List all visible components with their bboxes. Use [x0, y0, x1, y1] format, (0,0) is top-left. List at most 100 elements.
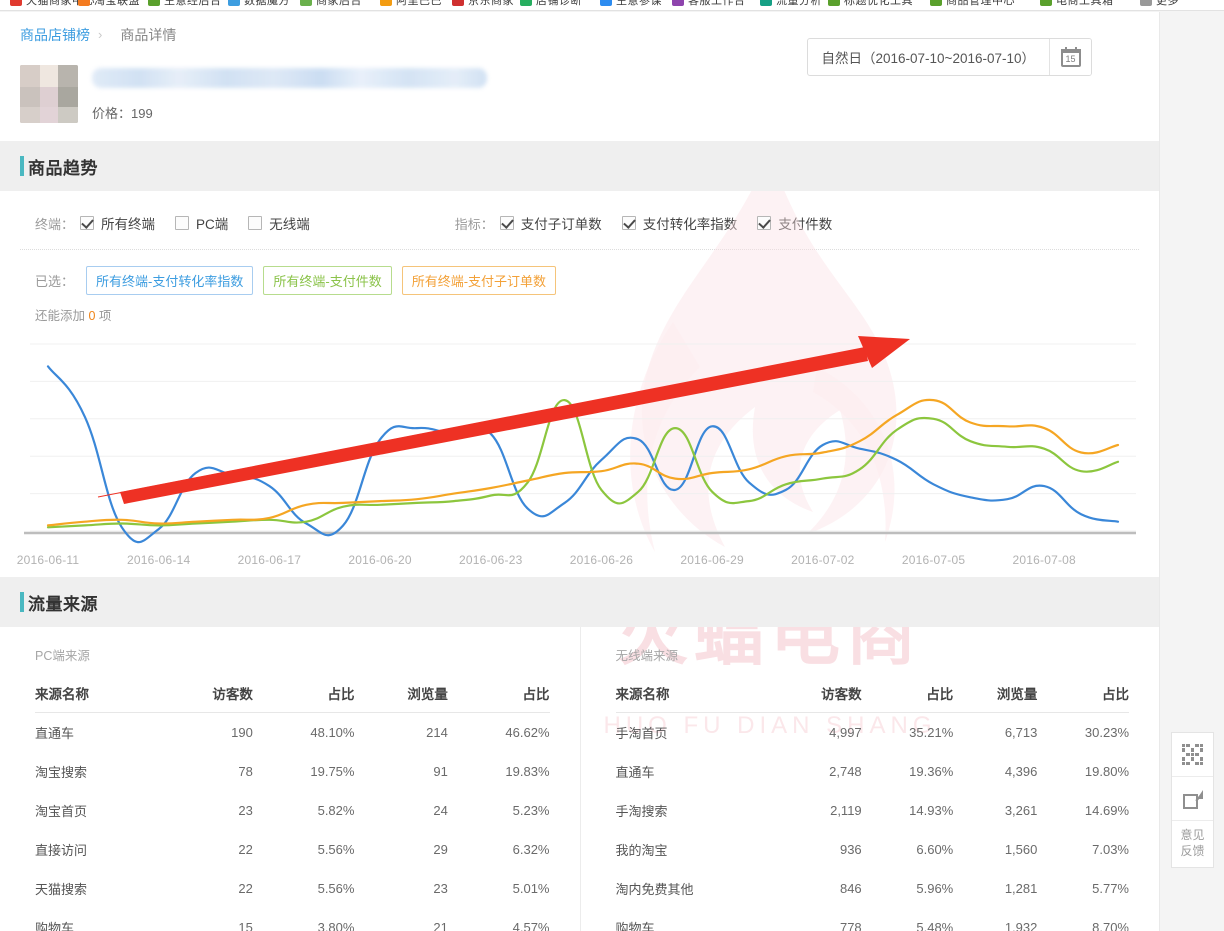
feedback-button[interactable]: 意见 反馈	[1172, 821, 1213, 867]
checkbox-checked-icon[interactable]	[757, 216, 772, 230]
bookmark-favicon-icon	[1140, 0, 1152, 6]
trend-filters: 终端： 所有终端 PC端 无线端 指标： 支付子订单数 支付转化率指数 支付件数	[20, 191, 1139, 250]
section-header-trend: 商品趋势	[0, 141, 1159, 191]
chart-x-tick-label: 2016-06-23	[459, 553, 523, 567]
checkbox-icon[interactable]	[248, 216, 263, 230]
table-row: 购物车 778 5.48% 1,932 8.70%	[616, 908, 1130, 931]
metric-cell: 2,119	[830, 803, 862, 818]
metric-cell: 46.62%	[505, 725, 550, 740]
trend-chart[interactable]	[20, 334, 1139, 549]
table-row: 手淘搜索 2,119 14.93% 3,261 14.69%	[616, 791, 1130, 830]
bookmark-favicon-icon	[228, 0, 240, 6]
calendar-icon-day: 15	[1065, 54, 1076, 64]
metric-cell: 1,560	[1004, 842, 1038, 857]
metric-cell: 3,261	[1004, 803, 1038, 818]
terminal-option-0[interactable]: 所有终端	[80, 213, 155, 233]
metric-cell: 23	[433, 881, 448, 896]
chart-x-tick-label: 2016-06-11	[16, 553, 80, 567]
metric-cell: 91	[433, 764, 448, 779]
table-column-header: 浏览量	[354, 674, 448, 713]
chart-x-tick-label: 2016-07-02	[791, 553, 855, 567]
share-icon	[1182, 789, 1203, 809]
selected-metric-chip[interactable]: 所有终端-支付转化率指数	[86, 266, 254, 295]
bookmark-item[interactable]: 京东商家	[452, 0, 514, 7]
bookmark-favicon-icon	[600, 0, 612, 6]
source-name-cell: 手淘首页	[615, 726, 668, 741]
bookmark-item[interactable]: 流量分析	[760, 0, 822, 7]
bookmark-item[interactable]: 更多	[1140, 0, 1179, 7]
metric-option-1[interactable]: 支付转化率指数	[621, 213, 737, 233]
bookmark-item[interactable]: 商品管理中心	[930, 0, 1015, 7]
bookmark-item[interactable]: 阿里巴巴	[380, 0, 442, 7]
bookmark-item[interactable]: 标题优化工具	[828, 0, 913, 7]
traffic-tables: PC端来源 来源名称 访客数 占比 浏览量 占比 直通车 190 48.10% 214 46.6…	[0, 627, 1159, 931]
date-range-picker[interactable]: 自然日（2016-07-10~2016-07-10） 15	[806, 38, 1092, 76]
section-header-traffic: 流量来源	[0, 577, 1159, 627]
metric-option-2[interactable]: 支付件数	[757, 213, 832, 233]
bookmark-item[interactable]: 店铺诊断	[520, 0, 582, 7]
bookmark-label: 店铺诊断	[536, 0, 582, 7]
metric-cell: 5.23%	[512, 803, 550, 818]
metric-cell: 936	[839, 842, 862, 857]
bookmark-item[interactable]: 数据魔方	[228, 0, 290, 7]
calendar-button[interactable]: 15	[1049, 39, 1091, 75]
metric-cell: 23	[238, 803, 253, 818]
metric-cell: 1,281	[1004, 881, 1038, 896]
metric-cell: 5.96%	[916, 881, 954, 896]
table-row: 直通车 2,748 19.36% 4,396 19.80%	[616, 752, 1130, 791]
metric-filter-label: 指标：	[454, 216, 494, 232]
terminal-filter-label: 终端：	[35, 216, 75, 232]
bookmark-favicon-icon	[930, 0, 942, 6]
source-name-cell: 淘内免费其他	[615, 882, 694, 897]
metric-cell: 30.23%	[1084, 725, 1129, 740]
remaining-slots-text: 还能添加 0 项	[0, 295, 1159, 328]
table-row: 直通车 190 48.10% 214 46.62%	[35, 713, 550, 753]
table-column-header: 浏览量	[953, 674, 1038, 713]
bookmark-item[interactable]: 生意参谋	[600, 0, 662, 7]
bookmark-favicon-icon	[10, 0, 22, 6]
selected-metric-chip[interactable]: 所有终端-支付件数	[263, 266, 392, 295]
table-row: 购物车 15 3.80% 21 4.57%	[35, 908, 550, 931]
terminal-option-2[interactable]: 无线端	[248, 213, 310, 233]
bookmark-label: 电商工具箱	[1056, 0, 1114, 7]
date-range-value[interactable]: 自然日（2016-07-10~2016-07-10）	[808, 39, 1050, 75]
source-name-cell: 天猫搜索	[35, 882, 88, 897]
table-column-header: 占比	[447, 674, 550, 713]
metric-cell: 5.82%	[317, 803, 355, 818]
source-name-cell: 购物车	[615, 921, 655, 931]
chart-x-tick-label: 2016-06-14	[126, 553, 191, 567]
source-name-cell: 淘宝搜索	[35, 765, 88, 780]
bookmark-favicon-icon	[672, 0, 684, 6]
checkbox-checked-icon[interactable]	[499, 216, 514, 230]
metric-cell: 14.93%	[909, 803, 954, 818]
source-name-cell: 直通车	[35, 726, 75, 741]
metric-cell: 1,932	[1004, 920, 1038, 931]
wireless-traffic-caption: 无线端来源	[615, 649, 679, 663]
metric-cell: 22	[238, 842, 253, 857]
bookmark-item[interactable]: 淘宝联盟	[78, 0, 140, 7]
checkbox-icon[interactable]	[175, 216, 190, 230]
metric-option-0[interactable]: 支付子订单数	[499, 213, 602, 233]
breadcrumb-parent-link[interactable]: 商品店铺榜	[20, 25, 90, 45]
selected-metric-chip[interactable]: 所有终端-支付子订单数	[401, 266, 557, 295]
terminal-option-1[interactable]: PC端	[175, 213, 228, 233]
checkbox-checked-icon[interactable]	[80, 216, 95, 230]
bookmark-item[interactable]: 商家后台	[300, 0, 362, 7]
breadcrumb-current: 商品详情	[120, 26, 177, 43]
metric-cell: 24	[433, 803, 448, 818]
qr-code-button[interactable]	[1172, 733, 1213, 777]
checkbox-checked-icon[interactable]	[621, 216, 636, 230]
metric-cell: 214	[426, 725, 448, 740]
bookmark-label: 淘宝联盟	[94, 0, 140, 7]
source-name-cell: 直接访问	[35, 843, 88, 858]
metric-cell: 846	[839, 881, 862, 896]
terminal-option-label: 所有终端	[101, 217, 156, 232]
selected-metrics-row: 已选： 所有终端-支付转化率指数 所有终端-支付件数 所有终端-支付子订单数	[0, 250, 1159, 295]
bookmark-item[interactable]: 客服工作台	[672, 0, 746, 7]
bookmark-item[interactable]: 电商工具箱	[1040, 0, 1114, 7]
table-row: 淘宝首页 23 5.82% 24 5.23%	[35, 791, 550, 830]
bookmark-item[interactable]: 生意经后台	[148, 0, 222, 7]
share-button[interactable]	[1172, 777, 1213, 821]
source-name-cell: 购物车	[35, 921, 75, 931]
remaining-prefix: 还能添加	[35, 309, 89, 323]
